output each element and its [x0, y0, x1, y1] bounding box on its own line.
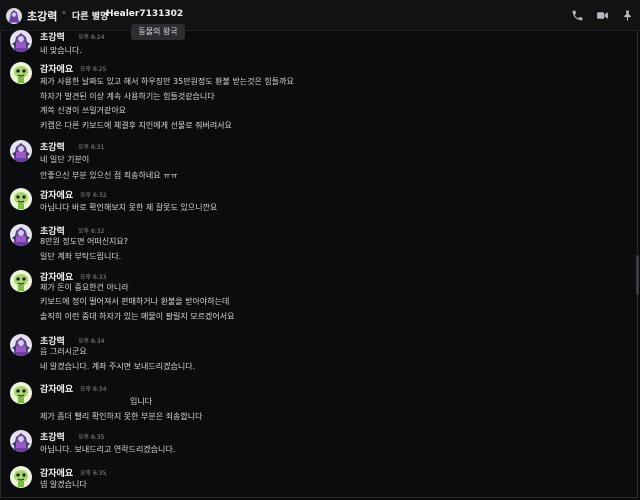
user-avatar-alien[interactable] [10, 62, 32, 84]
message-text: 아닙니다. 보내드리고 연락드리겠습니다. [40, 445, 176, 454]
header-separator: • [61, 8, 67, 19]
header-toolbar [571, 9, 634, 22]
message-text: 키캡은 다른 키보드에 체결후 지인에게 선물로 줘버려서요 [40, 121, 232, 130]
message-timestamp: 오후 6:35 [78, 434, 105, 441]
message-text: 네 맞습니다. [40, 46, 82, 55]
user-avatar-alien[interactable] [10, 270, 32, 292]
message-timestamp: 오후 6:35 [80, 470, 107, 477]
message-username[interactable]: 감자에요 [40, 382, 73, 395]
user-avatar-robot[interactable] [10, 30, 32, 52]
message-username[interactable]: 감자에요 [40, 188, 73, 201]
message-username[interactable]: 감자에요 [40, 466, 73, 479]
message-username[interactable]: 감자에요 [40, 62, 73, 75]
header-tag: Healer7131302 [106, 9, 184, 19]
message-text: 계쏙 신경이 쓰일거같아요 [40, 106, 127, 115]
user-avatar-robot[interactable] [10, 430, 32, 452]
message-timestamp: 오후 6:34 [78, 338, 105, 345]
message-username[interactable]: 초강력 [40, 140, 65, 153]
voice-call-icon[interactable] [571, 9, 584, 22]
message-text: 하자가 발견된 이상 계속 사용하기는 힘들것같습니다 [40, 92, 215, 101]
message-username[interactable]: 초강력 [40, 430, 65, 443]
user-avatar-alien[interactable] [10, 188, 32, 210]
message-text: 제가 사용한 날짜도 있고 해서 하우징만 35만원정도 환불 받는것은 힘들까… [40, 77, 294, 86]
message-timestamp: 오후 6:34 [80, 386, 107, 393]
message-text: 키보드에 정이 떨어져서 판매하거나 환불을 받아야하는데 [40, 297, 230, 306]
message-text: 안좋으신 부분 있으신 점 죄송하네요 ㅠㅠ [40, 171, 178, 180]
message-text: 네 일단 기분이 [40, 155, 90, 164]
message-timestamp: 오후 6:33 [80, 274, 107, 281]
message-text: 네 알겠습니다. 계좌 주시면 보내드리겠습니다. [40, 362, 196, 371]
scrollbar-thumb[interactable] [636, 255, 639, 295]
message-text: 제가 돈이 중요한건 아니라 [40, 283, 129, 292]
message-text: 8만원 정도면 어떠신지요? [40, 237, 129, 246]
message-timestamp: 오후 6:32 [80, 192, 107, 199]
user-avatar-robot[interactable] [10, 334, 32, 356]
message-text: 음 그러시군요 [40, 347, 87, 356]
header-avatar[interactable] [6, 8, 22, 24]
message-timestamp: 오후 6:31 [78, 144, 105, 151]
message-text: 제가 좀더 빨리 확인하지 못한 부분은 죄송합니다 [40, 412, 203, 421]
message-feed[interactable]: 초강력 오후 6:24 네 맞습니다. 감자에요 오후 6:25 제가 사용한 날짜도 있… [0, 30, 640, 500]
message-text: 일단 계좌 부탁드립니다. [40, 252, 122, 261]
user-avatar-alien[interactable] [10, 382, 32, 404]
dm-header: 초강력 • 다른 별명 Healer7131302 [0, 0, 640, 31]
message-timestamp: 오후 6:32 [78, 228, 105, 235]
video-call-icon[interactable] [596, 9, 609, 22]
pinned-messages-icon[interactable] [621, 9, 634, 22]
user-avatar-alien[interactable] [10, 466, 32, 488]
nickname-tooltip: 동물의 왕국 [131, 24, 185, 40]
header-username: 초강력 [27, 10, 58, 23]
redacted-text [72, 397, 130, 404]
message-text: 솔직히 이런 중대 하자가 있는 매물이 팔릴지 모르겠어서요 [40, 312, 235, 321]
message-text: 넵 알겠습니다 [40, 480, 87, 489]
message-text: 입니다 [72, 396, 152, 407]
user-avatar-robot[interactable] [10, 224, 32, 246]
message-username[interactable]: 초강력 [40, 30, 65, 43]
user-avatar-robot[interactable] [10, 140, 32, 162]
message-timestamp: 오후 6:24 [78, 34, 105, 41]
message-text: 아닙니다 바로 확인해보지 못한 제 잘못도 있으니깐요 [40, 203, 218, 212]
message-timestamp: 오후 6:25 [80, 66, 107, 73]
header-nickname: 다른 별명 [72, 12, 109, 22]
